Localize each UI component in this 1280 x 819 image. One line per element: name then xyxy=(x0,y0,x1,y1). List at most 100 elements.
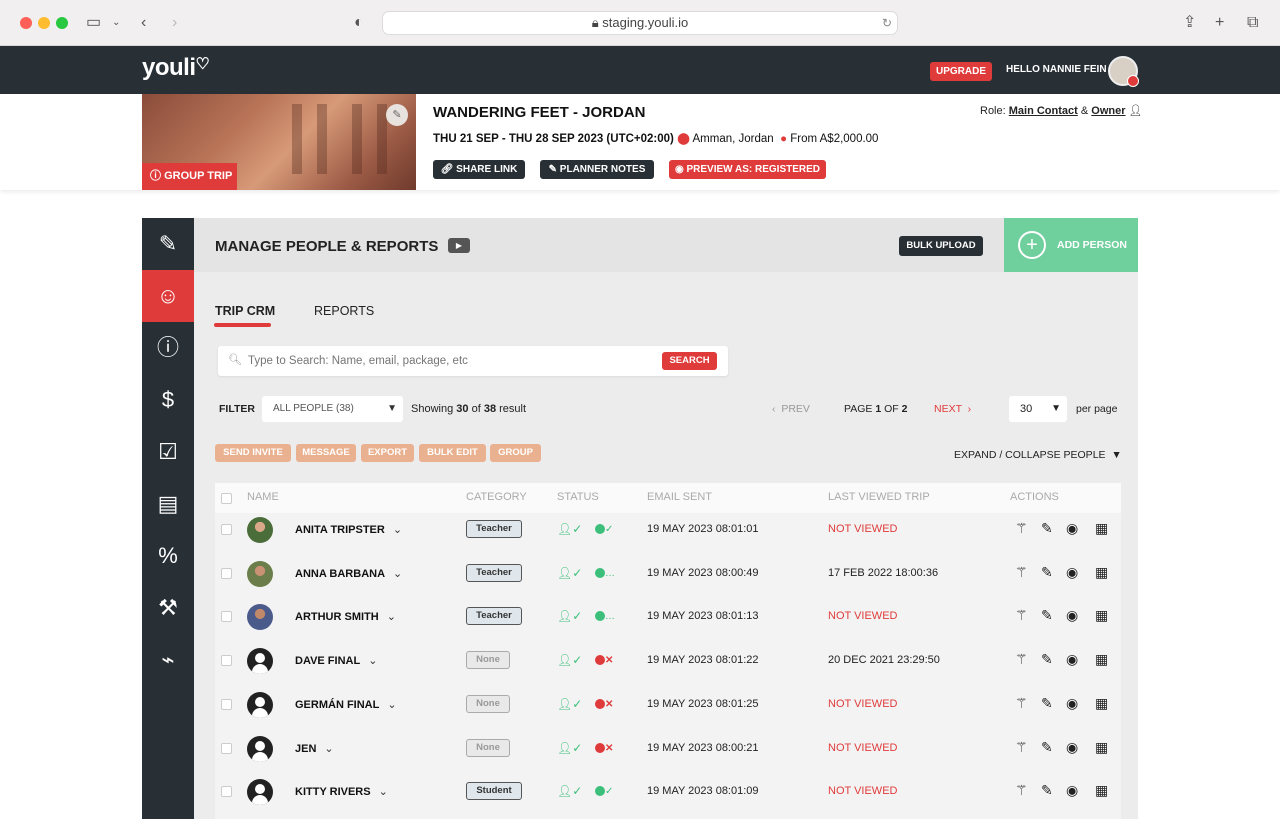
upgrade-button[interactable]: UPGRADE xyxy=(930,62,992,81)
youli-logo[interactable]: youli♡ xyxy=(142,54,210,82)
table-row[interactable]: GERMÁN FINAL ⌄ None 👤︎✓ ✕ 19 MAY 2023 08:01:2… xyxy=(215,682,1121,726)
sidebar-item-discounts[interactable]: % xyxy=(142,530,194,582)
sidebar-item-documents[interactable]: ▤ xyxy=(142,478,194,530)
sidebar-item-info[interactable]: ⓘ xyxy=(142,322,194,374)
prev-page-button[interactable]: ‹ PREV xyxy=(772,403,810,415)
row-checkbox[interactable] xyxy=(221,524,232,535)
sidebar-item-edit[interactable]: ✎ xyxy=(142,218,194,270)
view-icon[interactable]: ◉ xyxy=(1066,739,1078,756)
close-window-button[interactable] xyxy=(20,17,32,29)
sidebar-item-payments[interactable]: $ xyxy=(142,374,194,426)
chevron-down-icon[interactable]: ⌄ xyxy=(393,524,402,536)
preview-as-button[interactable]: ◉ PREVIEW AS: REGISTERED xyxy=(669,160,826,179)
table-row[interactable]: DAVE FINAL ⌄ None 👤︎✓ ✕ 19 MAY 2023 08:01:22 2… xyxy=(215,638,1121,682)
col-last-viewed[interactable]: LAST VIEWED TRIP xyxy=(828,491,930,503)
row-checkbox[interactable] xyxy=(221,567,232,579)
col-name[interactable]: NAME xyxy=(247,491,279,503)
edit-icon[interactable]: ✎ xyxy=(1041,782,1053,799)
person-name[interactable]: JEN ⌄ xyxy=(295,742,334,755)
table-row[interactable]: JEN ⌄ None 👤︎✓ ✕ 19 MAY 2023 08:00:21 NOT VIEW… xyxy=(215,726,1121,770)
clipboard-icon[interactable]: ▦ xyxy=(1095,520,1108,537)
send-invite-button[interactable]: SEND INVITE xyxy=(215,444,291,462)
sidebar-item-tasks[interactable]: ☑ xyxy=(142,426,194,478)
row-checkbox[interactable] xyxy=(221,742,232,754)
select-all-checkbox[interactable] xyxy=(221,493,232,504)
col-email-sent[interactable]: EMAIL SENT xyxy=(647,491,712,503)
person-name[interactable]: ARTHUR SMITH ⌄ xyxy=(295,610,396,623)
view-icon[interactable]: ◉ xyxy=(1066,695,1078,712)
per-page-select[interactable]: 30 ▼ xyxy=(1009,396,1067,422)
col-status[interactable]: STATUS xyxy=(557,491,599,503)
row-checkbox[interactable] xyxy=(221,786,232,798)
magic-wand-icon[interactable]: ⚚ xyxy=(1015,564,1028,581)
view-icon[interactable]: ◉ xyxy=(1066,782,1078,799)
share-link-button[interactable]: 🔗︎ SHARE LINK xyxy=(433,160,525,179)
sidebar-toggle-icon[interactable]: ▭ xyxy=(86,14,101,32)
clipboard-icon[interactable]: ▦ xyxy=(1095,564,1108,581)
message-button[interactable]: MESSAGE xyxy=(296,444,356,462)
search-button[interactable]: SEARCH xyxy=(662,352,717,370)
chevron-down-icon[interactable]: ⌄ xyxy=(368,655,377,667)
tabs-overview-icon[interactable]: ⧉ xyxy=(1247,14,1258,32)
person-name[interactable]: DAVE FINAL ⌄ xyxy=(295,654,377,667)
tab-reports[interactable]: REPORTS xyxy=(314,304,374,318)
tab-trip-crm[interactable]: TRIP CRM xyxy=(215,304,275,318)
group-button[interactable]: GROUP xyxy=(490,444,541,462)
bulk-upload-button[interactable]: BULK UPLOAD xyxy=(899,236,983,256)
forward-icon[interactable]: › xyxy=(172,14,177,32)
chevron-down-icon[interactable]: ⌄ xyxy=(387,611,396,623)
person-name[interactable]: ANNA BARBANA ⌄ xyxy=(295,567,402,580)
edit-icon[interactable]: ✎ xyxy=(1041,739,1053,756)
next-page-button[interactable]: NEXT › xyxy=(934,403,971,415)
edit-icon[interactable]: ✎ xyxy=(1041,607,1053,624)
expand-collapse-toggle[interactable]: EXPAND / COLLAPSE PEOPLE ▼ xyxy=(954,449,1122,461)
bulk-edit-button[interactable]: BULK EDIT xyxy=(419,444,486,462)
share-icon[interactable]: ⇪ xyxy=(1183,14,1196,32)
sidebar-item-tools[interactable]: ⚒ xyxy=(142,582,194,634)
chevron-down-icon[interactable]: ⌄ xyxy=(324,743,333,755)
shield-icon[interactable]: ◐ xyxy=(354,14,364,32)
row-checkbox[interactable] xyxy=(221,655,232,667)
minimize-window-button[interactable] xyxy=(38,17,50,29)
chevron-down-icon[interactable]: ⌄ xyxy=(393,568,402,580)
owner-link[interactable]: Owner xyxy=(1091,105,1125,117)
col-category[interactable]: CATEGORY xyxy=(466,491,527,503)
magic-wand-icon[interactable]: ⚚ xyxy=(1015,520,1028,537)
edit-icon[interactable]: ✎ xyxy=(1041,651,1053,668)
chevron-down-icon[interactable]: ⌄ xyxy=(379,786,388,798)
clipboard-icon[interactable]: ▦ xyxy=(1095,695,1108,712)
table-row[interactable]: ANNA BARBANA ⌄ Teacher 👤︎✓ … 19 MAY 2023 08:0… xyxy=(215,551,1121,595)
filter-select[interactable]: ALL PEOPLE (38) ▼ xyxy=(262,396,403,422)
search-input[interactable] xyxy=(248,352,648,370)
video-play-icon[interactable]: ▶ xyxy=(448,238,470,253)
view-icon[interactable]: ◉ xyxy=(1066,607,1078,624)
magic-wand-icon[interactable]: ⚚ xyxy=(1015,695,1028,712)
user-avatar[interactable] xyxy=(1108,56,1139,87)
view-icon[interactable]: ◉ xyxy=(1066,520,1078,537)
add-person-button[interactable]: + ADD PERSON xyxy=(1004,218,1138,272)
row-checkbox[interactable] xyxy=(221,698,232,710)
sidebar-item-people[interactable]: ☺ xyxy=(142,270,194,322)
maximize-window-button[interactable] xyxy=(56,17,68,29)
chevron-down-icon[interactable]: ⌄ xyxy=(112,14,120,32)
export-button[interactable]: EXPORT xyxy=(361,444,414,462)
edit-icon[interactable]: ✎ xyxy=(1041,564,1053,581)
sidebar-item-activity[interactable]: ⌁ xyxy=(142,634,194,686)
row-checkbox[interactable] xyxy=(221,611,232,623)
clipboard-icon[interactable]: ▦ xyxy=(1095,782,1108,799)
clipboard-icon[interactable]: ▦ xyxy=(1095,739,1108,756)
clipboard-icon[interactable]: ▦ xyxy=(1095,607,1108,624)
person-name[interactable]: ANITA TRIPSTER ⌄ xyxy=(295,523,402,536)
magic-wand-icon[interactable]: ⚚ xyxy=(1015,782,1028,799)
view-icon[interactable]: ◉ xyxy=(1066,564,1078,581)
edit-icon[interactable]: ✎ xyxy=(1041,520,1053,537)
edit-cover-icon[interactable]: ✎ xyxy=(386,104,408,126)
clipboard-icon[interactable]: ▦ xyxy=(1095,651,1108,668)
address-bar[interactable]: 🔒︎ staging.youli.io xyxy=(382,11,898,35)
magic-wand-icon[interactable]: ⚚ xyxy=(1015,607,1028,624)
edit-icon[interactable]: ✎ xyxy=(1041,695,1053,712)
chevron-down-icon[interactable]: ⌄ xyxy=(387,699,396,711)
magic-wand-icon[interactable]: ⚚ xyxy=(1015,739,1028,756)
back-icon[interactable]: ‹ xyxy=(141,14,146,32)
main-contact-link[interactable]: Main Contact xyxy=(1009,105,1078,117)
